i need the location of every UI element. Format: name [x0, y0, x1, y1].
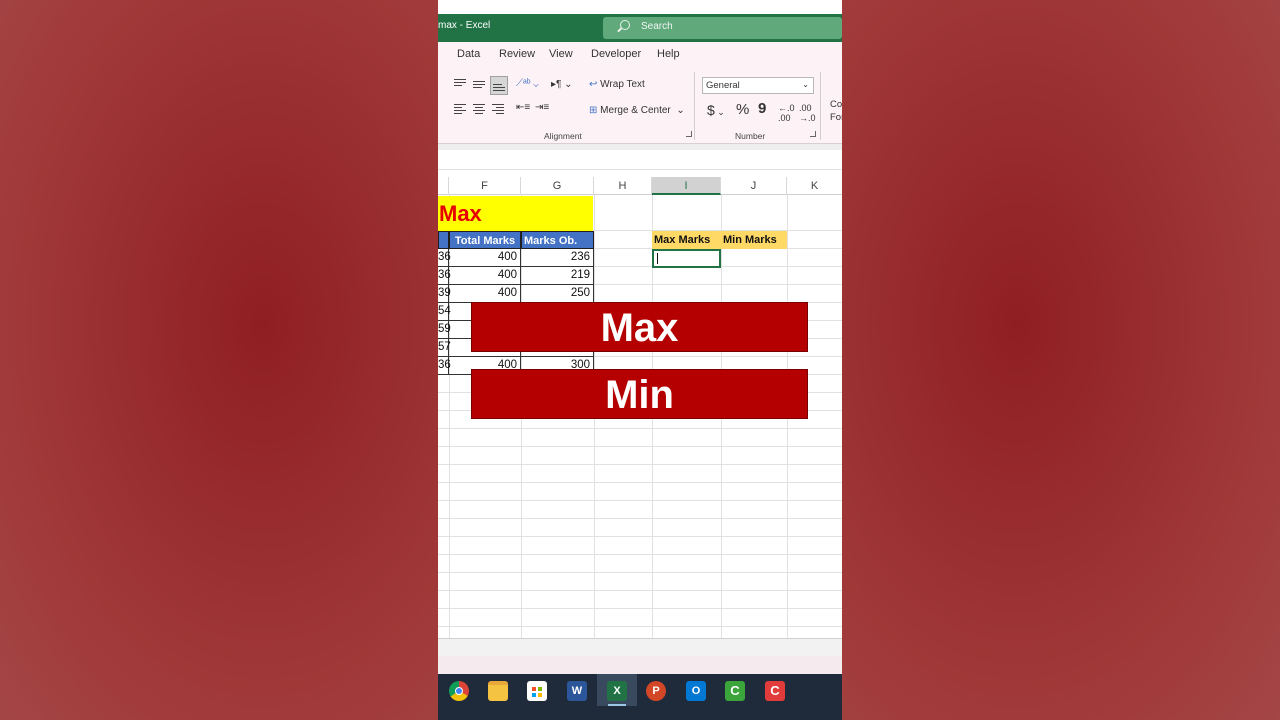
column-header-i[interactable]: I	[652, 177, 721, 195]
table-cell[interactable]: 36	[438, 267, 451, 285]
table-cell[interactable]: 400	[449, 267, 521, 285]
increase-decimal-icon[interactable]: ←.0.00	[778, 103, 795, 123]
currency-dropdown-icon: ⌄	[714, 107, 725, 117]
column-header-k[interactable]: K	[787, 177, 842, 195]
camtasia-recorder-icon[interactable]: C	[765, 681, 785, 701]
background-left	[0, 0, 438, 720]
ribbon-separator	[694, 72, 695, 140]
text-cursor	[657, 253, 658, 264]
column-header-j[interactable]: J	[721, 177, 787, 195]
column-headers: F G H I J K	[438, 177, 842, 195]
horizontal-scrollbar[interactable]	[438, 638, 842, 656]
window-title: max - Excel	[438, 20, 491, 31]
max-marks-header[interactable]: Max Marks	[652, 231, 721, 249]
tab-review[interactable]: Review	[499, 48, 535, 60]
camtasia-icon[interactable]: C	[725, 681, 745, 701]
taskbar: W X P O C C	[438, 674, 842, 720]
align-middle-icon[interactable]	[473, 81, 485, 90]
tab-data[interactable]: Data	[457, 48, 480, 60]
background-right	[842, 0, 1280, 720]
sheet-title: Max	[439, 201, 482, 226]
percent-button[interactable]: %	[736, 101, 749, 118]
align-top-icon[interactable]	[454, 79, 466, 88]
merge-dropdown-icon: ⌄	[670, 105, 685, 116]
column-header-e[interactable]	[438, 177, 449, 195]
table-header-total-marks[interactable]: Total Marks	[449, 231, 521, 249]
tab-view[interactable]: View	[549, 48, 573, 60]
title-bar: max - Excel Search	[438, 0, 842, 42]
min-banner: Min	[471, 369, 808, 419]
number-dialog-launcher[interactable]	[810, 131, 816, 137]
text-direction-icon[interactable]: ▸¶ ⌄	[551, 79, 573, 90]
status-bar	[438, 656, 842, 674]
align-right-icon[interactable]	[492, 104, 504, 116]
wrap-text-button[interactable]: ↩ Wrap Text	[589, 79, 645, 90]
number-group-label: Number	[735, 131, 766, 141]
table-cell[interactable]: 59	[438, 321, 451, 339]
increase-indent-icon[interactable]: ⇥≡	[535, 102, 549, 113]
table-cell[interactable]: 36	[438, 249, 451, 267]
alignment-group-label: Alignment	[544, 131, 582, 141]
align-center-icon[interactable]	[473, 104, 485, 116]
outlook-icon[interactable]: O	[686, 681, 706, 701]
min-marks-header[interactable]: Min Marks	[721, 231, 787, 249]
ribbon-separator	[820, 72, 821, 140]
orientation-icon[interactable]: ⟋ᵃᵇ ⌄	[516, 78, 539, 89]
number-format-value: General	[706, 80, 740, 91]
conditional-formatting-button[interactable]: Co For	[830, 98, 842, 124]
tab-developer[interactable]: Developer	[591, 48, 641, 60]
tab-help[interactable]: Help	[657, 48, 680, 60]
currency-button[interactable]: $ ⌄	[707, 102, 725, 118]
comma-style-button[interactable]: 9	[758, 100, 766, 117]
formula-bar[interactable]	[438, 150, 842, 170]
align-left-icon[interactable]	[454, 104, 466, 116]
decrease-decimal-icon[interactable]: .00 →.0	[799, 103, 816, 123]
table-cell[interactable]: 54	[438, 303, 451, 321]
selected-cell[interactable]	[652, 249, 721, 268]
table-cell[interactable]: 39	[438, 285, 451, 303]
excel-window: max - Excel Search Data Review View Deve…	[438, 0, 842, 720]
max-banner: Max	[471, 302, 808, 352]
active-app-indicator	[608, 704, 626, 706]
search-icon	[620, 20, 630, 30]
table-cell[interactable]: 57	[438, 339, 451, 357]
chevron-down-icon: ⌄	[802, 80, 809, 89]
cond-fmt-label-2: For	[830, 112, 842, 123]
table-header-e[interactable]	[438, 231, 449, 249]
table-header-marks-obtained[interactable]: Marks Ob.	[521, 231, 594, 249]
ribbon-tabs: Data Review View Developer Help	[438, 42, 842, 66]
merge-center-icon: ⊞	[589, 105, 601, 116]
store-icon[interactable]	[527, 681, 547, 701]
search-placeholder: Search	[641, 21, 673, 32]
wrap-text-icon: ↩	[589, 79, 601, 90]
search-box[interactable]: Search	[603, 17, 842, 39]
align-bottom-icon	[493, 84, 505, 93]
column-header-f[interactable]: F	[449, 177, 521, 195]
column-header-h[interactable]: H	[594, 177, 652, 195]
excel-icon[interactable]: X	[607, 681, 627, 701]
sheet-title-cell[interactable]: Max	[438, 196, 593, 231]
wrap-text-label: Wrap Text	[600, 79, 645, 90]
column-header-g[interactable]: G	[521, 177, 594, 195]
number-format-dropdown[interactable]: General ⌄	[702, 77, 814, 94]
table-cell[interactable]: 400	[449, 285, 521, 303]
merge-center-button[interactable]: ⊞ Merge & Center ⌄	[589, 105, 685, 116]
file-explorer-icon[interactable]	[488, 681, 508, 701]
merge-center-label: Merge & Center	[600, 105, 671, 116]
chrome-icon[interactable]	[449, 681, 469, 701]
table-cell[interactable]: 219	[521, 267, 594, 285]
currency-symbol: $	[707, 102, 715, 118]
table-cell[interactable]: 236	[521, 249, 594, 267]
alignment-dialog-launcher[interactable]	[686, 131, 692, 137]
word-icon[interactable]: W	[567, 681, 587, 701]
table-cell[interactable]: 400	[449, 249, 521, 267]
table-cell[interactable]: 250	[521, 285, 594, 303]
cond-fmt-label-1: Co	[830, 99, 842, 110]
decrease-indent-icon[interactable]: ⇤≡	[516, 102, 530, 113]
table-cell[interactable]: 36	[438, 357, 451, 375]
powerpoint-icon[interactable]: P	[646, 681, 666, 701]
